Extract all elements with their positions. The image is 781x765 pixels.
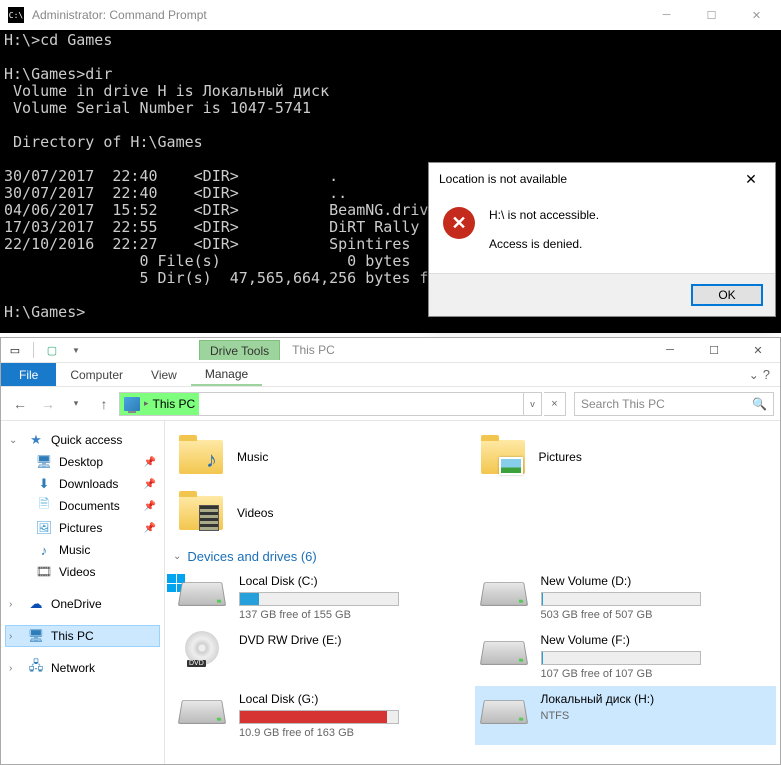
videos-icon: 🎞 <box>35 564 53 580</box>
new-folder-icon[interactable]: ▢ <box>44 343 60 357</box>
capacity-bar <box>239 710 399 724</box>
refresh-button[interactable]: × <box>544 392 566 416</box>
sidebar-item-desktop[interactable]: 🖥 Desktop 📌 <box>5 451 160 473</box>
properties-icon[interactable]: ▭ <box>7 343 23 357</box>
network-icon: 🖧 <box>27 660 45 676</box>
cmd-title: Administrator: Command Prompt <box>32 8 207 22</box>
folder-pictures[interactable]: Pictures <box>475 429 777 485</box>
documents-icon: 🗎 <box>35 498 53 514</box>
computer-tab[interactable]: Computer <box>56 363 137 386</box>
drive-icon <box>479 574 529 606</box>
ok-button[interactable]: OK <box>691 284 763 306</box>
dialog-message-2: Access is denied. <box>489 236 599 253</box>
capacity-bar <box>541 592 701 606</box>
sidebar-item-downloads[interactable]: ⬇ Downloads 📌 <box>5 473 160 495</box>
maximize-button[interactable]: ☐ <box>692 338 736 362</box>
capacity-bar <box>239 592 399 606</box>
dvd-drive-icon <box>177 633 227 665</box>
ribbon-toggle-icon[interactable]: ⌄ ? <box>739 363 780 386</box>
error-dialog: Location is not available ✕ H:\ is not a… <box>428 162 776 317</box>
music-folder-icon: ♪ <box>177 437 225 477</box>
up-button[interactable]: ↑ <box>91 391 117 417</box>
pin-icon: 📌 <box>144 457 156 468</box>
sidebar-item-this-pc[interactable]: › 🖥 This PC <box>5 625 160 647</box>
capacity-bar <box>541 651 701 665</box>
address-dropdown-icon[interactable]: v <box>523 393 541 415</box>
content-pane[interactable]: ♪ Music Pictures Videos ⌄ Devices and dr… <box>165 421 780 764</box>
sidebar-item-videos[interactable]: 🎞 Videos <box>5 561 160 583</box>
drive-tools-tab[interactable]: Drive Tools <box>199 340 280 360</box>
chevron-right-icon[interactable]: › <box>9 631 21 642</box>
qat-dropdown-icon[interactable]: ▼ <box>68 343 84 357</box>
sidebar-item-onedrive[interactable]: › ☁ OneDrive <box>5 593 160 615</box>
folder-music[interactable]: ♪ Music <box>173 429 475 485</box>
recent-dropdown-icon[interactable]: ▾ <box>63 391 89 417</box>
navigation-bar: ← → ▾ ↑ ▸ This PC v × Search This PC 🔍 <box>1 387 780 421</box>
drive-icon <box>479 692 529 724</box>
music-icon: ♪ <box>35 542 53 558</box>
drive-icon <box>479 633 529 665</box>
chevron-down-icon[interactable]: ⌄ <box>173 551 181 562</box>
search-input[interactable]: Search This PC 🔍 <box>574 392 774 416</box>
forward-button[interactable]: → <box>35 391 61 417</box>
cmd-titlebar[interactable]: C:\ Administrator: Command Prompt ─ ☐ ✕ <box>0 0 781 30</box>
close-button[interactable]: ✕ <box>736 338 780 362</box>
explorer-window: ▭ ▢ ▼ Drive Tools This PC ─ ☐ ✕ File Com… <box>0 337 781 765</box>
pin-icon: 📌 <box>144 479 156 490</box>
sidebar-item-music[interactable]: ♪ Music <box>5 539 160 561</box>
dialog-message-1: H:\ is not accessible. <box>489 207 599 224</box>
sidebar-item-quick-access[interactable]: ⌄ ★ Quick access <box>5 429 160 451</box>
address-text: This PC <box>153 397 196 411</box>
sidebar-item-pictures[interactable]: 🖼 Pictures 📌 <box>5 517 160 539</box>
drive-d[interactable]: New Volume (D:) 503 GB free of 507 GB <box>475 568 777 627</box>
onedrive-icon: ☁ <box>27 596 45 612</box>
drive-f[interactable]: New Volume (F:) 107 GB free of 107 GB <box>475 627 777 686</box>
dialog-titlebar[interactable]: Location is not available ✕ <box>429 163 775 195</box>
navigation-pane: ⌄ ★ Quick access 🖥 Desktop 📌 ⬇ Downloads… <box>1 421 165 764</box>
pin-icon: 📌 <box>144 501 156 512</box>
maximize-button[interactable]: ☐ <box>689 1 734 29</box>
this-pc-icon <box>124 397 140 411</box>
star-icon: ★ <box>27 432 45 448</box>
search-icon: 🔍 <box>752 397 767 411</box>
drive-c[interactable]: Local Disk (C:) 137 GB free of 155 GB <box>173 568 475 627</box>
pictures-folder-icon <box>479 437 527 477</box>
this-pc-icon: 🖥 <box>27 628 45 644</box>
desktop-icon: 🖥 <box>35 454 53 470</box>
dialog-title: Location is not available <box>439 172 567 186</box>
devices-section-header[interactable]: ⌄ Devices and drives (6) <box>173 545 776 568</box>
drive-h[interactable]: Локальный диск (H:) NTFS <box>475 686 777 745</box>
drive-icon <box>177 574 227 606</box>
explorer-titlebar[interactable]: ▭ ▢ ▼ Drive Tools This PC ─ ☐ ✕ <box>1 338 780 363</box>
close-button[interactable]: ✕ <box>734 1 779 29</box>
chevron-right-icon[interactable]: › <box>9 599 21 610</box>
explorer-title: This PC <box>292 343 335 357</box>
error-icon <box>443 207 475 239</box>
minimize-button[interactable]: ─ <box>644 1 689 29</box>
pin-icon: 📌 <box>144 523 156 534</box>
view-tab[interactable]: View <box>137 363 191 386</box>
chevron-down-icon[interactable]: ⌄ <box>9 435 21 446</box>
cmd-icon: C:\ <box>8 7 24 23</box>
drive-icon <box>177 692 227 724</box>
sidebar-item-network[interactable]: › 🖧 Network <box>5 657 160 679</box>
pictures-icon: 🖼 <box>35 520 53 536</box>
videos-folder-icon <box>177 493 225 533</box>
chevron-right-icon[interactable]: › <box>9 663 21 674</box>
back-button[interactable]: ← <box>7 391 33 417</box>
search-placeholder: Search This PC <box>581 397 665 411</box>
sidebar-item-documents[interactable]: 🗎 Documents 📌 <box>5 495 160 517</box>
folder-videos[interactable]: Videos <box>173 485 475 541</box>
ribbon-tabs: File Computer View Manage ⌄ ? <box>1 363 780 387</box>
address-bar[interactable]: ▸ This PC v <box>119 392 542 416</box>
downloads-icon: ⬇ <box>35 476 53 492</box>
drive-g[interactable]: Local Disk (G:) 10.9 GB free of 163 GB <box>173 686 475 745</box>
manage-tab[interactable]: Manage <box>191 363 262 386</box>
close-icon[interactable]: ✕ <box>729 165 773 193</box>
file-tab[interactable]: File <box>1 363 56 386</box>
drive-e[interactable]: DVD RW Drive (E:) <box>173 627 475 686</box>
minimize-button[interactable]: ─ <box>648 338 692 362</box>
